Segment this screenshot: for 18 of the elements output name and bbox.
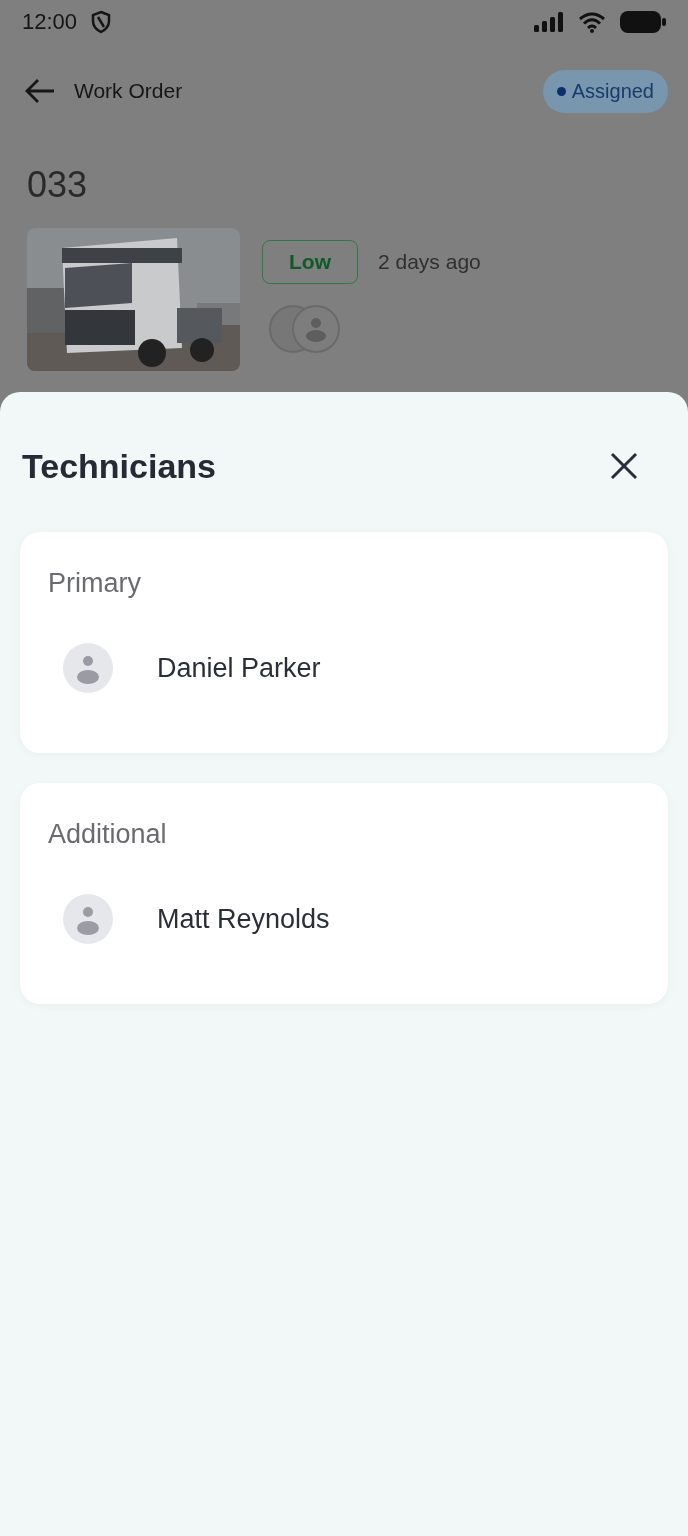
work-order-number: 033 <box>26 163 89 207</box>
time-ago: 2 days ago <box>378 250 481 274</box>
group-label: Primary <box>48 568 142 599</box>
shield-icon <box>91 10 112 34</box>
technician-name: Matt Reynolds <box>157 903 330 935</box>
group-label: Additional <box>48 819 168 850</box>
technician-name: Daniel Parker <box>157 652 321 684</box>
sheet-title: Technicians <box>21 446 216 486</box>
avatar-icon <box>63 894 113 944</box>
wifi-icon <box>578 11 606 33</box>
avatar-icon <box>63 643 113 693</box>
back-arrow-icon[interactable] <box>24 77 56 105</box>
priority-badge: Low <box>262 240 358 284</box>
signal-icon <box>534 12 564 32</box>
battery-icon <box>620 11 666 33</box>
status-time: 12:00 <box>22 9 78 35</box>
screen-title: Work Order <box>74 79 183 103</box>
status-badge: Assigned <box>542 69 668 113</box>
